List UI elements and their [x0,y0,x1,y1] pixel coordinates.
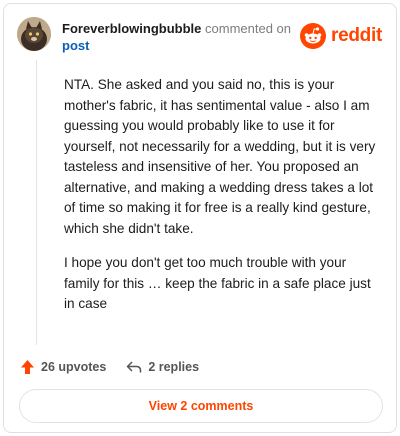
upvote-arrow-icon [21,360,34,374]
username-link[interactable]: Foreverblowingbubble [62,21,201,36]
reddit-logo[interactable]: reddit [300,23,382,49]
comment-actions: 26 upvotes 2 replies [20,356,199,378]
reddit-logo-icon [300,23,327,49]
comment-byline: Foreverblowingbubble commented on post [62,20,302,54]
reddit-wordmark: reddit [331,25,382,46]
view-comments-button[interactable]: View 2 comments [19,389,383,423]
avatar-cat-icon [17,17,51,51]
post-link[interactable]: post [62,38,89,53]
avatar[interactable] [17,17,51,51]
comment-header: Foreverblowingbubble commented on post r… [17,17,384,57]
upvote-count: 26 upvotes [41,360,107,374]
reply-arrow-icon [127,361,142,373]
comment-body: NTA. She asked and you said no, this is … [64,75,384,329]
upvote-button[interactable]: 26 upvotes [20,359,106,375]
thread-line [36,60,37,345]
replies-button[interactable]: 2 replies [126,360,199,374]
comment-card: Foreverblowingbubble commented on post r… [3,3,397,433]
comment-paragraph: NTA. She asked and you said no, this is … [64,77,376,236]
comment-paragraph: I hope you don't get too much trouble wi… [64,255,371,311]
action-text: commented on [201,21,292,36]
reply-count: 2 replies [148,360,200,374]
